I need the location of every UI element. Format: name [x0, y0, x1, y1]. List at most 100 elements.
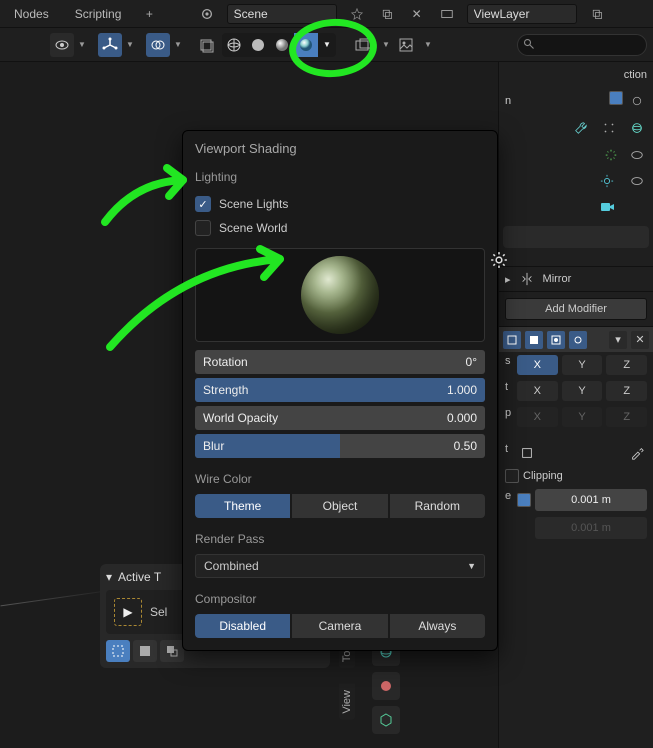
select-box-icon[interactable]: ▶ — [114, 598, 142, 626]
viewport-shading-popover: Viewport Shading Lighting ✓ Scene Lights… — [182, 130, 498, 651]
hdri-sphere — [301, 256, 379, 334]
scene-icon — [197, 4, 217, 24]
chevron-down-icon[interactable]: ▼ — [124, 40, 134, 49]
merge-distance-field[interactable]: 0.001 m — [535, 489, 647, 511]
flip-x-button[interactable]: X — [517, 407, 558, 427]
compositor-disabled-button[interactable]: Disabled — [195, 614, 290, 638]
particles-icon[interactable] — [599, 118, 619, 138]
lighting-section-label: Lighting — [195, 170, 485, 184]
rendered-shading-icon[interactable] — [294, 33, 318, 57]
scene-world-checkbox[interactable] — [195, 220, 211, 236]
constraint-icon[interactable] — [601, 145, 621, 165]
axis-label: p — [505, 407, 513, 427]
camera-icon[interactable] — [597, 197, 617, 217]
modifier-mirror-header[interactable]: ▸ Mirror — [499, 266, 653, 292]
select-mode-subtract-icon[interactable] — [160, 640, 184, 662]
bisect-x-button[interactable]: X — [517, 381, 558, 401]
eye-icon[interactable] — [627, 171, 647, 191]
scene-lights-checkbox[interactable]: ✓ — [195, 196, 211, 212]
close-scene-icon[interactable]: ✕ — [407, 4, 427, 24]
bisect-z-button[interactable]: Z — [606, 381, 647, 401]
copy-viewlayer-icon[interactable] — [587, 4, 607, 24]
flip-z-button[interactable]: Z — [606, 407, 647, 427]
blur-slider[interactable]: Blur 0.50 — [195, 434, 485, 458]
outliner-label-fragment: ction — [624, 69, 647, 81]
material-shading-icon[interactable] — [270, 33, 294, 57]
chevron-down-icon[interactable]: ▼ — [380, 40, 390, 49]
image-icon[interactable] — [394, 33, 418, 57]
object-icon[interactable] — [517, 443, 537, 463]
search-icon — [523, 38, 535, 53]
viewlayer-name-field[interactable] — [467, 4, 577, 24]
solid-shading-icon[interactable] — [246, 33, 270, 57]
render-pass-dropdown[interactable]: Combined ▼ — [195, 554, 485, 578]
wire-theme-button[interactable]: Theme — [195, 494, 290, 518]
top-header: Nodes Scripting + ✕ — [0, 0, 653, 28]
visibility-icon[interactable] — [50, 33, 74, 57]
eye-icon[interactable] — [627, 145, 647, 165]
tab-scripting[interactable]: Scripting — [67, 3, 130, 25]
axis-z-button[interactable]: Z — [606, 355, 647, 375]
render-toggle-icon[interactable] — [609, 91, 623, 105]
strength-slider[interactable]: Strength 1.000 — [195, 378, 485, 402]
merge-label-fragment: e — [505, 490, 513, 510]
wrench-icon[interactable] — [571, 118, 591, 138]
sidebar-tab-view[interactable]: View — [339, 684, 355, 720]
overlay-images-icon[interactable] — [352, 33, 376, 57]
pin-icon[interactable] — [347, 4, 367, 24]
world-opacity-slider[interactable]: World Opacity 0.000 — [195, 406, 485, 430]
copy-scene-icon[interactable] — [377, 4, 397, 24]
overlays-icon[interactable] — [146, 33, 170, 57]
close-icon[interactable]: ✕ — [631, 331, 649, 349]
mod-cage-icon[interactable] — [569, 331, 587, 349]
mod-render-icon[interactable] — [547, 331, 565, 349]
hdri-preview[interactable] — [195, 248, 485, 342]
chevron-down-icon[interactable]: ▼ — [76, 40, 86, 49]
flip-y-button[interactable]: Y — [562, 407, 603, 427]
material-tab-icon[interactable] — [372, 672, 400, 700]
mirror-icon — [517, 269, 537, 289]
eye-icon[interactable] — [627, 197, 647, 217]
shading-popover-toggle-icon[interactable]: ▼ — [318, 33, 336, 57]
sun-icon[interactable] — [597, 171, 617, 191]
scene-lights-row: ✓ Scene Lights — [195, 192, 485, 216]
compositor-always-button[interactable]: Always — [390, 614, 485, 638]
chevron-down-icon[interactable]: ▼ — [172, 40, 182, 49]
search-input[interactable] — [517, 34, 647, 56]
eyedropper-icon[interactable] — [627, 443, 647, 463]
axis-x-button[interactable]: X — [517, 355, 558, 375]
viewport-toolbar: ▼ ▼ ▼ ▼ ▼ ▼ — [0, 28, 653, 62]
chevron-down-icon[interactable]: ▾ — [106, 570, 112, 584]
axis-y-button[interactable]: Y — [562, 355, 603, 375]
compositor-options: Disabled Camera Always — [195, 614, 485, 638]
gear-icon[interactable] — [490, 251, 510, 271]
scene-name-field[interactable] — [227, 4, 337, 24]
rotation-slider[interactable]: Rotation 0° — [195, 350, 485, 374]
chevron-down-icon[interactable]: ▼ — [422, 40, 432, 49]
clipping-checkbox[interactable] — [505, 469, 519, 483]
merge-checkbox[interactable] — [517, 493, 531, 507]
mod-edit-icon[interactable] — [525, 331, 543, 349]
data-tab-icon[interactable] — [372, 706, 400, 734]
axis-label: s — [505, 355, 513, 375]
tab-nodes[interactable]: Nodes — [6, 3, 57, 25]
shading-mode-group: ▼ — [222, 33, 336, 57]
wire-random-button[interactable]: Random — [390, 494, 485, 518]
wire-object-button[interactable]: Object — [292, 494, 387, 518]
mod-realtime-icon[interactable] — [503, 331, 521, 349]
gizmo-icon[interactable] — [98, 33, 122, 57]
bisect-row: t X Y Z — [499, 378, 653, 404]
right-vertical-toolbar — [372, 638, 400, 734]
visibility-icon[interactable] — [627, 91, 647, 111]
add-modifier-button[interactable]: Add Modifier — [505, 298, 647, 320]
chevron-down-icon[interactable]: ▾ — [609, 331, 627, 349]
bisect-y-button[interactable]: Y — [562, 381, 603, 401]
physics-icon[interactable] — [627, 118, 647, 138]
scene-world-label: Scene World — [219, 221, 287, 235]
xray-icon[interactable] — [194, 33, 218, 57]
add-workspace-icon[interactable]: + — [139, 4, 159, 24]
compositor-camera-button[interactable]: Camera — [292, 614, 387, 638]
select-mode-extend-icon[interactable] — [133, 640, 157, 662]
wireframe-shading-icon[interactable] — [222, 33, 246, 57]
select-mode-new-icon[interactable] — [106, 640, 130, 662]
